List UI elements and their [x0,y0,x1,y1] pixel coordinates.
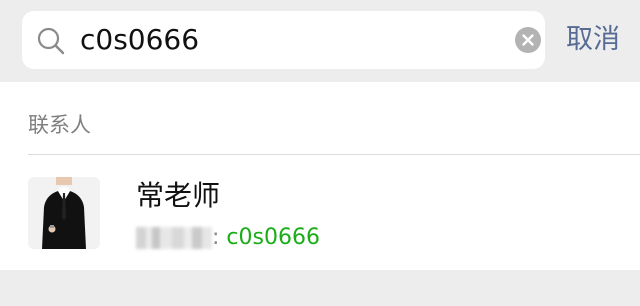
search-page: 取消 联系人 常 [0,0,640,306]
contact-name: 常老师 [136,179,221,212]
id-separator: : [212,225,220,250]
search-results: 联系人 常老师: c0s0666 [0,82,640,270]
contact-id-line: : c0s0666 [136,223,320,253]
search-icon [36,26,66,56]
clear-icon[interactable] [515,27,541,53]
cancel-button[interactable]: 取消 [566,20,620,60]
matched-id: c0s0666 [226,225,320,250]
blurred-id-label [136,227,212,249]
contact-result-row[interactable]: 常老师 : c0s0666 [0,155,640,270]
section-title-contacts: 联系人 [28,113,91,137]
avatar [28,177,100,249]
search-bar-area: 取消 [0,0,640,82]
bottom-spacer [0,270,640,306]
search-box[interactable] [22,11,545,69]
search-input[interactable] [80,11,500,69]
